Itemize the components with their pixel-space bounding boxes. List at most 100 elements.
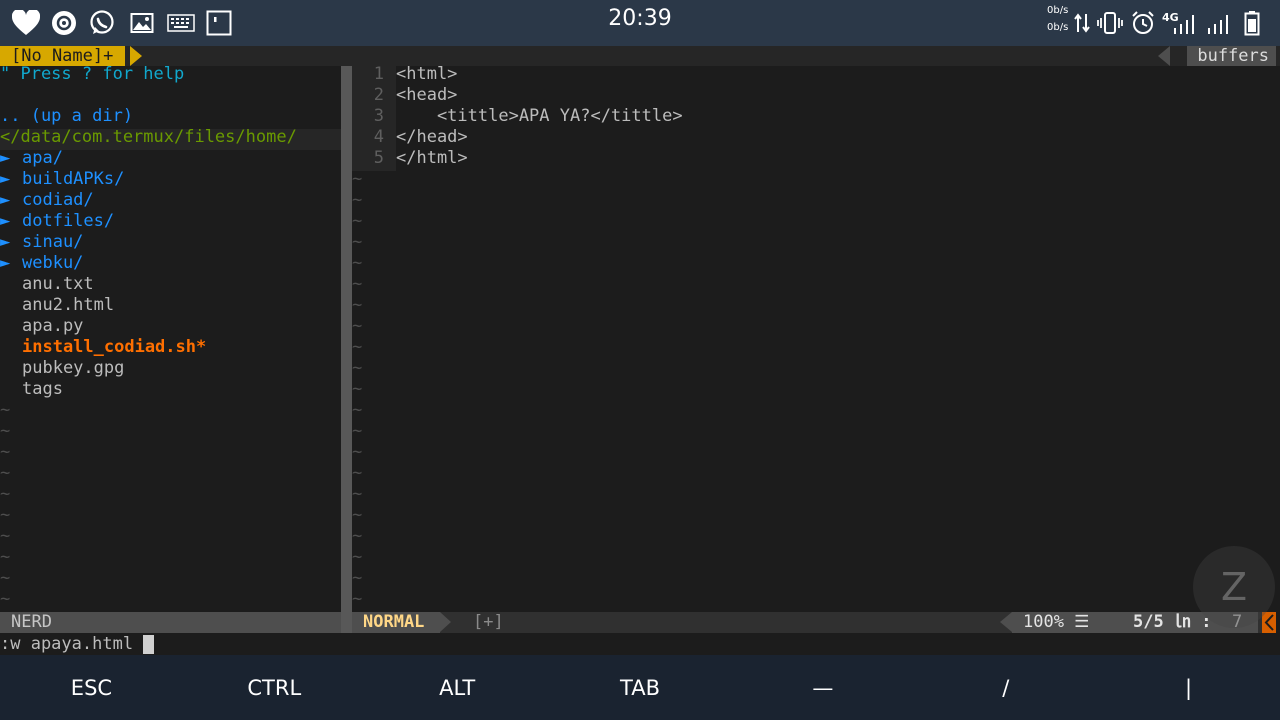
dir-name: webku/	[22, 253, 84, 273]
nerdtree-file-item[interactable]: anu.txt	[22, 274, 94, 295]
dir-collapsed-arrow-icon: ►	[0, 190, 11, 210]
code-line[interactable]: </html>	[396, 148, 468, 169]
vibrate-icon	[1097, 7, 1123, 39]
empty-line-tilde: ~	[352, 568, 363, 588]
net-speed-down: 0b/s	[1047, 22, 1069, 33]
dir-name: codiad/	[22, 190, 94, 210]
empty-line-tilde: ~	[352, 400, 363, 420]
position-separator-arrow	[1000, 612, 1012, 632]
net-speed-up: 0b/s	[1047, 5, 1069, 16]
nerdtree-cwd: </data/com.termux/files/home/	[0, 127, 297, 147]
line-number: 1	[373, 66, 384, 84]
empty-line-tilde: ~	[0, 505, 11, 525]
editor-statusline: NORMAL [+] 100% ☰ 5/5 ㏑ : 7	[352, 612, 1276, 633]
empty-line-tilde: ~	[352, 274, 363, 294]
ctrl-key[interactable]: CTRL	[183, 655, 366, 720]
empty-line-tilde: ~	[352, 379, 363, 399]
buffers-label[interactable]: buffers	[1187, 46, 1276, 66]
dir-collapsed-arrow-icon: ►	[0, 148, 11, 168]
line-position: 5/5 ㏑ :	[1133, 612, 1211, 633]
vim-tabline: [No Name]+ buffers	[0, 46, 1280, 66]
warning-indicator	[1262, 612, 1276, 633]
empty-line-tilde: ~	[352, 442, 363, 462]
empty-line-tilde: ~	[0, 442, 11, 462]
tab-key[interactable]: TAB	[549, 655, 732, 720]
empty-line-tilde: ~	[0, 589, 11, 609]
text-cursor	[143, 635, 154, 654]
empty-line-tilde: ~	[352, 232, 363, 252]
nerdtree-pane[interactable]: " Press ? for help .. (up a dir) </data/…	[0, 66, 341, 612]
nerdtree-status-label: NERD	[11, 612, 52, 632]
nerdtree-file-item[interactable]: pubkey.gpg	[22, 358, 124, 379]
command-line[interactable]: :w apaya.html	[0, 633, 1280, 655]
line-number: 5	[373, 148, 384, 168]
empty-line-tilde: ~	[352, 358, 363, 378]
code-line[interactable]: <html>	[396, 66, 457, 85]
empty-line-tilde: ~	[0, 484, 11, 504]
empty-line-tilde: ~	[0, 463, 11, 483]
esc-key[interactable]: ESC	[0, 655, 183, 720]
signal-4g-icon: 4G	[1162, 7, 1198, 39]
line-number: 3	[373, 106, 384, 126]
vertical-split-separator[interactable]	[341, 66, 352, 634]
dir-collapsed-arrow-icon: ►	[0, 211, 11, 231]
nerdtree-file-item[interactable]: tags	[22, 379, 63, 400]
nerdtree-file-item[interactable]: anu2.html	[22, 295, 114, 316]
empty-line-tilde: ~	[352, 316, 363, 336]
nerdtree-statusline: NERD	[0, 612, 341, 633]
data-transfer-icon	[1073, 7, 1091, 39]
code-line[interactable]: <tittle>APA YA?</tittle>	[396, 106, 683, 127]
empty-line-tilde: ~	[352, 589, 363, 609]
code-line[interactable]: </head>	[396, 127, 468, 148]
empty-line-tilde: ~	[0, 547, 11, 567]
empty-line-tilde: ~	[352, 190, 363, 210]
empty-line-tilde: ~	[0, 421, 11, 441]
mode-separator-arrow	[440, 612, 451, 632]
extra-keys-row: ESC CTRL ALT TAB — / |	[0, 655, 1280, 720]
editor-pane[interactable]: 1 <html> 2 <head> 3 <tittle>APA YA?</tittle>…	[352, 66, 1276, 612]
empty-line-tilde: ~	[0, 526, 11, 546]
signal-icon	[1204, 7, 1232, 39]
dir-collapsed-arrow-icon: ►	[0, 169, 11, 189]
empty-line-tilde: ~	[352, 463, 363, 483]
empty-line-tilde: ~	[352, 484, 363, 504]
floating-bubble-button[interactable]: Z	[1193, 546, 1275, 628]
empty-line-tilde: ~	[0, 400, 11, 420]
buffers-separator-arrow	[1158, 46, 1170, 66]
empty-line-tilde: ~	[0, 568, 11, 588]
alarm-icon	[1130, 7, 1156, 39]
nerdtree-file-item[interactable]: install_codiad.sh*	[22, 337, 206, 358]
empty-line-tilde: ~	[352, 295, 363, 315]
dir-collapsed-arrow-icon: ►	[0, 253, 11, 273]
pipe-key[interactable]: |	[1097, 655, 1280, 720]
code-line[interactable]: <head>	[396, 85, 457, 106]
empty-line-tilde: ~	[352, 211, 363, 231]
chevron-left-icon	[1264, 614, 1274, 631]
empty-line-tilde: ~	[352, 505, 363, 525]
svg-text:4G: 4G	[1162, 11, 1179, 24]
android-status-bar: 20:39 0b/s 0b/s 4G	[0, 0, 1280, 46]
nerdtree-up-dir[interactable]: .. (up a dir)	[0, 106, 133, 127]
dir-collapsed-arrow-icon: ►	[0, 232, 11, 252]
nerdtree-help-line: " Press ? for help	[0, 66, 185, 84]
dash-key[interactable]: —	[731, 655, 914, 720]
nerdtree-file-item[interactable]: apa.py	[22, 316, 83, 337]
dir-name: buildAPKs/	[22, 169, 125, 189]
line-number: 2	[373, 85, 384, 105]
tab-no-name[interactable]: [No Name]+	[0, 46, 126, 66]
dir-name: sinau/	[22, 232, 84, 252]
dir-name: dotfiles/	[22, 211, 115, 231]
dir-name: apa/	[22, 148, 63, 168]
empty-line-tilde: ~	[352, 253, 363, 273]
alt-key[interactable]: ALT	[366, 655, 549, 720]
command-text[interactable]: :w apaya.html	[0, 633, 133, 655]
tab-separator-arrow	[130, 46, 142, 66]
empty-line-tilde: ~	[352, 526, 363, 546]
empty-line-tilde: ~	[352, 337, 363, 357]
battery-icon	[1242, 7, 1262, 39]
modified-flag: [+]	[473, 612, 504, 632]
slash-key[interactable]: /	[914, 655, 1097, 720]
empty-line-tilde: ~	[352, 169, 363, 189]
line-count: 5/5	[1133, 612, 1164, 632]
line-symbol-icon: ㏑	[1173, 612, 1191, 632]
